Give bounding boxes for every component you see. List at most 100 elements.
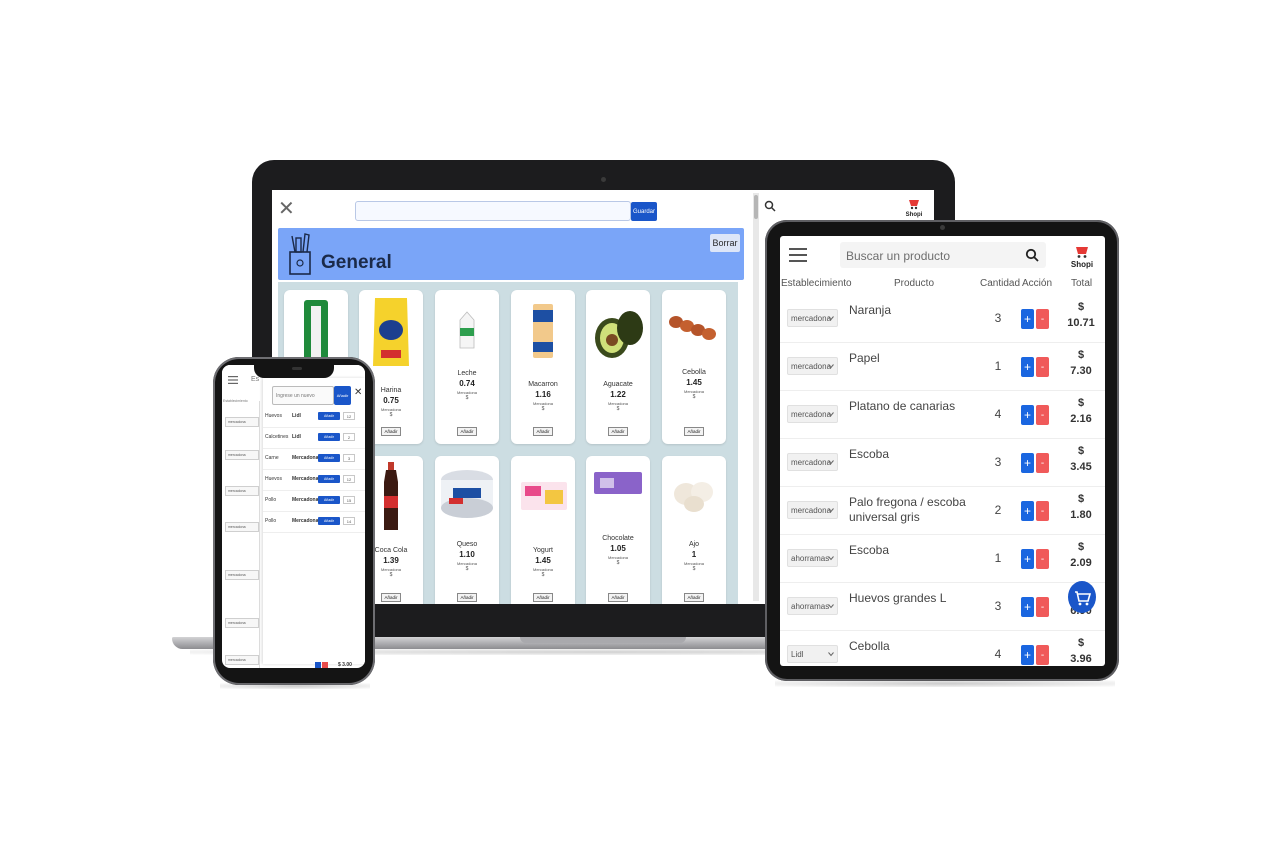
new-product-input[interactable]: Ingrese un nuevo	[272, 386, 334, 405]
row-product: Naranja	[849, 303, 892, 317]
add-product-drawer: Ingrese un nuevo Añadir ✕ Huevos Lidl Añ…	[263, 378, 365, 664]
row-add-button[interactable]: Añadir	[318, 412, 340, 420]
product-card[interactable]: Chocolate 1.05 Mercadona $ Añadir	[586, 456, 650, 604]
add-button[interactable]: Añadir	[457, 593, 477, 602]
store-select[interactable]: Lidl	[787, 645, 838, 663]
search-icon[interactable]	[764, 200, 776, 212]
store-select[interactable]: mercadona	[225, 618, 259, 628]
store-select[interactable]: mercadona	[787, 453, 838, 471]
tablet-camera	[940, 225, 945, 230]
product-image	[669, 316, 716, 340]
table-row: Carne Mercadona Añadir 3	[263, 450, 365, 470]
row-quantity[interactable]: 12	[343, 475, 355, 483]
search-icon[interactable]	[1025, 248, 1039, 262]
store-select[interactable]: mercadona	[225, 655, 259, 665]
row-product: Platano de canarias	[849, 399, 956, 413]
plus-button[interactable]: +	[1021, 453, 1034, 473]
menu-icon[interactable]	[228, 376, 238, 384]
row-product: Pollo	[265, 497, 277, 503]
plus-button[interactable]: +	[1021, 501, 1034, 521]
row-add-button[interactable]: Añadir	[318, 433, 340, 441]
product-name: Ajo	[688, 541, 700, 548]
row-quantity: 2	[994, 503, 1002, 517]
product-name: Cebolla	[682, 369, 706, 376]
product-card[interactable]: Yogurt 1.45 Mercadona $ Añadir	[511, 456, 575, 604]
close-icon[interactable]: ✕	[278, 199, 295, 219]
add-button[interactable]: Añadir	[533, 593, 553, 602]
search-input[interactable]: Buscar un producto	[840, 242, 1046, 268]
store-select[interactable]: ahorramas	[787, 597, 838, 615]
product-currency: $	[541, 572, 545, 578]
product-price: 1	[691, 550, 697, 559]
clear-button[interactable]: Borrar	[710, 234, 740, 252]
scrollbar-thumb[interactable]	[754, 195, 758, 219]
add-button[interactable]: Añadir	[457, 427, 477, 436]
row-add-button[interactable]: Añadir	[318, 496, 340, 504]
minus-button[interactable]: -	[1036, 501, 1049, 521]
minus-button[interactable]: -	[1036, 357, 1049, 377]
minus-button[interactable]: -	[1036, 405, 1049, 425]
store-select[interactable]: mercadona	[787, 405, 838, 423]
row-store: Mercadona	[292, 476, 319, 482]
minus-button[interactable]: -	[1036, 549, 1049, 569]
plus-button[interactable]: +	[1021, 309, 1034, 329]
store-select[interactable]: mercadona	[225, 570, 259, 580]
row-add-button[interactable]: Añadir	[318, 517, 340, 525]
menu-icon[interactable]	[789, 248, 807, 262]
store-select[interactable]: mercadona	[225, 417, 259, 427]
add-button[interactable]: Añadir	[381, 427, 401, 436]
store-select[interactable]: mercadona	[787, 309, 838, 327]
add-button[interactable]: Añadir	[608, 593, 628, 602]
scrollbar[interactable]	[753, 193, 759, 601]
add-button[interactable]: Añadir	[334, 386, 351, 405]
plus-button[interactable]: +	[1021, 597, 1034, 617]
row-quantity[interactable]: 3	[343, 454, 355, 462]
product-image	[441, 470, 493, 518]
store-select[interactable]: mercadona	[225, 522, 259, 532]
store-select[interactable]: mercadona	[225, 486, 259, 496]
product-card[interactable]: Leche 0.74 Mercadona $ Añadir	[435, 290, 499, 444]
add-button[interactable]: Añadir	[608, 427, 628, 436]
minus-button[interactable]	[322, 662, 328, 668]
product-image	[373, 298, 409, 366]
product-card[interactable]: Ajo 1 Mercadona $ Añadir	[662, 456, 726, 604]
row-quantity[interactable]: 12	[343, 412, 355, 420]
store-select[interactable]: mercadona	[787, 357, 838, 375]
product-card[interactable]: Aguacate 1.22 Mercadona $ Añadir	[586, 290, 650, 444]
row-quantity[interactable]: 15	[343, 496, 355, 504]
cart-fab[interactable]	[1068, 581, 1096, 613]
plus-button[interactable]: +	[1021, 549, 1034, 569]
column-header-total: Total	[1071, 278, 1093, 289]
row-quantity[interactable]: 14	[343, 517, 355, 525]
product-name: Leche	[457, 370, 477, 377]
row-quantity[interactable]: 2	[343, 433, 355, 441]
add-button[interactable]: Añadir	[684, 593, 704, 602]
row-add-button[interactable]: Añadir	[318, 454, 340, 462]
product-card[interactable]: Macarron 1.16 Mercadona $ Añadir	[511, 290, 575, 444]
row-add-button[interactable]: Añadir	[318, 475, 340, 483]
plus-button[interactable]	[315, 662, 321, 668]
minus-button[interactable]: -	[1036, 645, 1049, 665]
add-button[interactable]: Añadir	[381, 593, 401, 602]
add-button[interactable]: Añadir	[684, 427, 704, 436]
store-select[interactable]: mercadona	[225, 450, 259, 460]
add-button[interactable]: Añadir	[533, 427, 553, 436]
chevron-down-icon	[828, 508, 834, 513]
list-name-input[interactable]	[355, 201, 631, 221]
minus-button[interactable]: -	[1036, 309, 1049, 329]
table-row: Huevos Mercadona Añadir 12	[263, 471, 365, 491]
close-icon[interactable]: ✕	[354, 387, 362, 398]
product-image	[459, 311, 475, 349]
phone-screen: Es Establecimiento mercadona mercadona m…	[222, 365, 365, 668]
plus-button[interactable]: +	[1021, 405, 1034, 425]
minus-button[interactable]: -	[1036, 453, 1049, 473]
plus-button[interactable]: +	[1021, 645, 1034, 665]
store-select[interactable]: ahorramas	[787, 549, 838, 567]
plus-button[interactable]: +	[1021, 357, 1034, 377]
product-card[interactable]: Cebolla 1.45 Mercadona $ Añadir	[662, 290, 726, 444]
save-button[interactable]: Guardar	[631, 202, 657, 221]
list-banner: General Borrar	[278, 228, 744, 280]
store-select[interactable]: mercadona	[787, 501, 838, 519]
minus-button[interactable]: -	[1036, 597, 1049, 617]
product-card[interactable]: Queso 1.10 Mercadona $ Añadir	[435, 456, 499, 604]
